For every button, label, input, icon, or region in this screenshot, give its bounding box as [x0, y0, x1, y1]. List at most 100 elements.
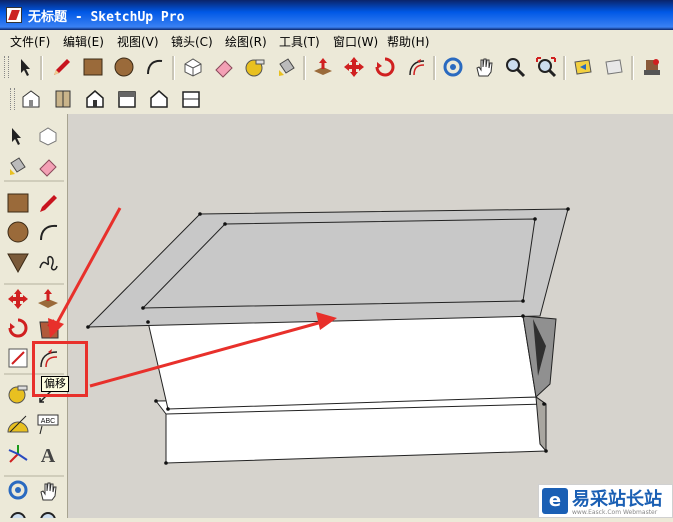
window-title: 无标题 - SketchUp Pro [28, 10, 185, 25]
next-view-button[interactable] [601, 54, 627, 80]
freehand-icon[interactable] [39, 255, 58, 271]
push-pull-button[interactable] [310, 54, 336, 80]
make-component-button[interactable] [180, 54, 206, 80]
text-icon[interactable]: ABC [37, 414, 59, 435]
toolbar-separator [40, 56, 43, 80]
follow-me-icon[interactable] [39, 319, 59, 339]
circle-tool-button[interactable] [111, 54, 137, 80]
rectangle-icon[interactable] [7, 193, 29, 213]
previous-view-icon [574, 59, 592, 75]
eraser-tool-button[interactable] [211, 54, 237, 80]
front-view-button[interactable] [82, 86, 108, 112]
back-view-button[interactable] [146, 86, 172, 112]
zoom-icon[interactable] [10, 512, 26, 522]
orbit-icon[interactable] [8, 480, 28, 500]
front-view-icon [86, 90, 104, 108]
toolbar-grip[interactable] [4, 56, 9, 78]
rectangle-icon [83, 58, 103, 76]
zoom-window-icon[interactable] [40, 512, 56, 522]
paint-bucket-icon [279, 58, 295, 76]
move-tool-button[interactable] [341, 54, 367, 80]
line-icon[interactable] [40, 195, 57, 212]
back-view-icon [150, 90, 168, 108]
component-icon[interactable] [39, 127, 57, 146]
polygon-icon[interactable] [7, 253, 29, 274]
watermark-logo: e 易采站长站 www.Easck.Com Webmaster [538, 484, 673, 518]
protractor-icon[interactable] [7, 415, 29, 433]
large-tool-set: ABC A [0, 114, 68, 522]
menu-edit[interactable]: 编辑(E) [63, 33, 104, 50]
previous-view-button[interactable] [570, 54, 596, 80]
select-icon[interactable] [12, 128, 21, 145]
left-view-icon [182, 91, 200, 108]
menu-tools[interactable]: 工具(T) [279, 33, 320, 50]
circle-icon [114, 57, 134, 77]
pan-icon [476, 58, 493, 77]
offset-tool-button[interactable] [403, 54, 429, 80]
next-view-icon [605, 59, 623, 75]
watermark-text: 易采站长站 [572, 489, 662, 510]
offset-icon [409, 59, 425, 76]
arc-tool-button[interactable] [142, 54, 168, 80]
modeling-viewport[interactable] [68, 114, 673, 518]
move-icon[interactable] [8, 289, 28, 309]
model-scene [86, 207, 570, 465]
watermark-subtext: www.Easck.Com Webmaster [572, 509, 658, 516]
paint-bucket-button[interactable] [273, 54, 299, 80]
tool-grid: ABC A [4, 127, 64, 522]
menu-help[interactable]: 帮助(H) [387, 33, 429, 50]
pan-tool-button[interactable] [471, 54, 497, 80]
warehouse-icon [644, 59, 660, 75]
rotate-tool-button[interactable] [372, 54, 398, 80]
warehouse-button[interactable] [639, 54, 665, 80]
zoom-extents-icon [536, 57, 557, 78]
arc-icon[interactable] [40, 224, 58, 241]
menu-camera[interactable]: 镜头(C) [171, 33, 213, 50]
menu-window[interactable]: 窗口(W) [333, 33, 378, 50]
3d-text-icon[interactable]: A [41, 445, 56, 467]
zoom-extents-button[interactable] [533, 54, 559, 80]
right-view-button[interactable] [114, 86, 140, 112]
eraser-icon [215, 60, 233, 78]
pencil-tool-button[interactable] [48, 54, 74, 80]
orbit-tool-button[interactable] [440, 54, 466, 80]
zoom-icon [506, 58, 526, 78]
left-view-button[interactable] [178, 86, 204, 112]
top-view-button[interactable] [50, 86, 76, 112]
tape-measure-icon[interactable] [8, 385, 28, 404]
tape-measure-button[interactable] [242, 54, 268, 80]
make-component-icon [184, 58, 202, 77]
move-icon [344, 57, 364, 77]
toolbar-grip[interactable] [10, 88, 15, 110]
toolbar-separator [172, 56, 175, 80]
title-bar: 无标题 - SketchUp Pro [0, 0, 673, 30]
svg-text:A: A [41, 445, 56, 467]
tape-measure-icon [245, 59, 265, 77]
right-view-icon [118, 91, 136, 108]
pan-icon[interactable] [40, 482, 57, 501]
scale-icon[interactable] [8, 348, 28, 368]
zoom-tool-button[interactable] [502, 54, 528, 80]
menu-bar: 文件(F) 编辑(E) 视图(V) 镜头(C) 绘图(R) 工具(T) 窗口(W… [0, 30, 673, 50]
menu-draw[interactable]: 绘图(R) [225, 33, 267, 50]
select-icon [21, 59, 30, 76]
rectangle-tool-button[interactable] [80, 54, 106, 80]
toolbar-separator [631, 56, 634, 80]
toolbar-separator [303, 56, 306, 80]
circle-icon[interactable] [7, 221, 29, 243]
axes-icon[interactable] [8, 445, 28, 463]
svg-text:ABC: ABC [41, 418, 55, 425]
toolbar-separator [563, 56, 566, 80]
select-tool-button[interactable] [12, 54, 38, 80]
iso-view-button[interactable] [18, 86, 44, 112]
menu-file[interactable]: 文件(F) [10, 33, 50, 50]
toolbar-separator [433, 56, 436, 80]
sketchup-app-icon [6, 7, 22, 23]
push-pull-icon[interactable] [38, 289, 58, 308]
paint-bucket-icon[interactable] [10, 157, 26, 175]
eraser-icon[interactable] [39, 159, 57, 177]
main-toolbar [0, 50, 673, 85]
menu-view[interactable]: 视图(V) [117, 33, 159, 50]
push-pull-icon [314, 58, 332, 75]
rotate-icon[interactable] [8, 318, 28, 338]
